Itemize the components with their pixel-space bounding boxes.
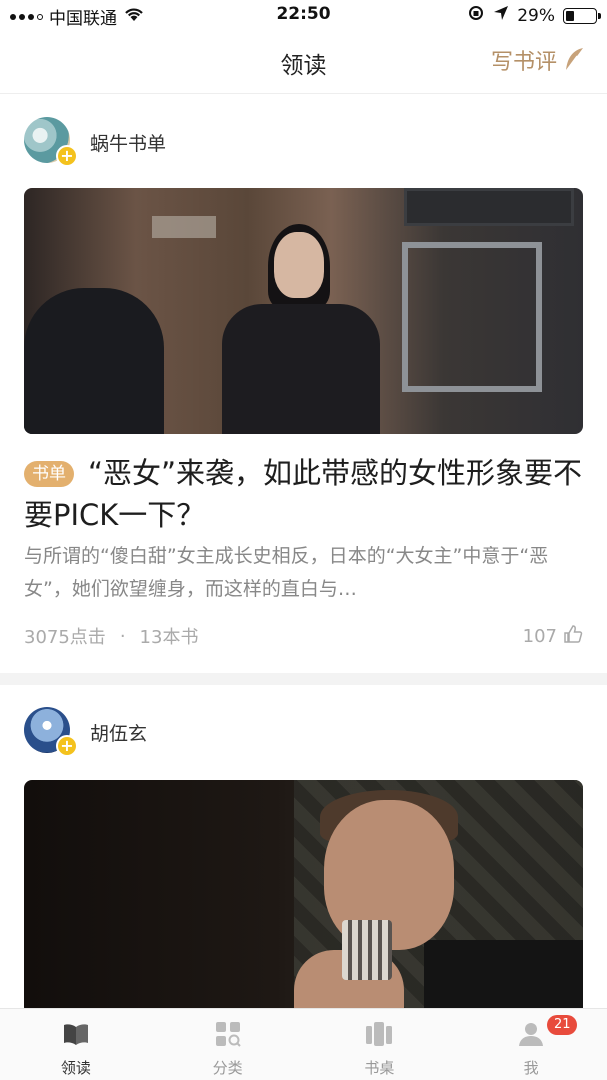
author-name[interactable]: 蜗牛书单 xyxy=(90,129,166,156)
avatar-wrapper[interactable]: + xyxy=(24,117,78,167)
bookshelf-icon xyxy=(365,1021,393,1051)
author-row[interactable]: + 胡伍玄 xyxy=(24,707,147,757)
grid-search-icon xyxy=(215,1021,241,1051)
notification-badge: 21 xyxy=(547,1015,578,1035)
thumbs-up-icon xyxy=(563,624,583,649)
avatar-wrapper[interactable]: + xyxy=(24,707,78,757)
tab-me[interactable]: 21 我 xyxy=(455,1009,607,1080)
article-title[interactable]: “恶女”来袭，如此带感的女性形象要不要PICK一下？ xyxy=(24,456,582,532)
nav-bar: 领读 写书评 xyxy=(0,30,607,94)
tab-label: 分类 xyxy=(212,1059,243,1077)
tab-lingdu[interactable]: 领读 xyxy=(0,1009,152,1080)
card-divider xyxy=(0,673,607,685)
category-tag: 书单 xyxy=(24,461,74,487)
cover-image[interactable] xyxy=(24,780,583,1015)
article-meta: 3075点击 · 13本书 107 xyxy=(24,623,583,649)
follow-plus-icon[interactable]: + xyxy=(56,735,78,757)
battery-percent: 29% xyxy=(517,5,555,26)
write-review-label: 写书评 xyxy=(490,50,557,75)
follow-plus-icon[interactable]: + xyxy=(56,145,78,167)
article-summary: 与所谓的“傻白甜”女主成长史相反，日本的“大女主”中意于“恶女”，她们欲望缠身，… xyxy=(24,545,549,600)
tab-bar: 领读 分类 书桌 21 我 xyxy=(0,1008,607,1080)
article-title-block[interactable]: 书单 “恶女”来袭，如此带感的女性形象要不要PICK一下？ xyxy=(24,452,583,536)
feather-icon xyxy=(563,47,585,73)
cover-image[interactable] xyxy=(24,188,583,434)
tab-label: 领读 xyxy=(60,1059,91,1077)
tab-category[interactable]: 分类 xyxy=(152,1009,304,1080)
author-row[interactable]: + 蜗牛书单 xyxy=(24,117,166,167)
status-right: 29% xyxy=(467,4,601,27)
author-name[interactable]: 胡伍玄 xyxy=(90,719,147,746)
like-button[interactable]: 107 xyxy=(523,624,583,649)
feed-card[interactable]: + 蜗牛书单 书单 “恶女”来袭，如此带感的女性形象要不要PICK一下？ 与所谓的… xyxy=(0,95,607,673)
location-icon xyxy=(493,5,509,26)
status-bar: 中国联通 22:50 29% xyxy=(0,0,607,30)
orientation-lock-icon xyxy=(467,4,485,27)
book-open-icon xyxy=(62,1021,90,1051)
user-icon xyxy=(518,1021,544,1051)
write-review-button[interactable]: 写书评 xyxy=(491,44,585,76)
book-count: 13本书 xyxy=(139,627,199,648)
like-count: 107 xyxy=(522,625,557,647)
tab-label: 我 xyxy=(523,1059,539,1077)
battery-icon xyxy=(563,7,601,24)
tab-desk[interactable]: 书桌 xyxy=(304,1009,456,1080)
tab-label: 书桌 xyxy=(364,1059,395,1077)
feed-card[interactable]: + 胡伍玄 xyxy=(0,685,607,1015)
click-count: 3075点击 xyxy=(24,627,106,648)
separator-dot: · xyxy=(119,625,126,647)
